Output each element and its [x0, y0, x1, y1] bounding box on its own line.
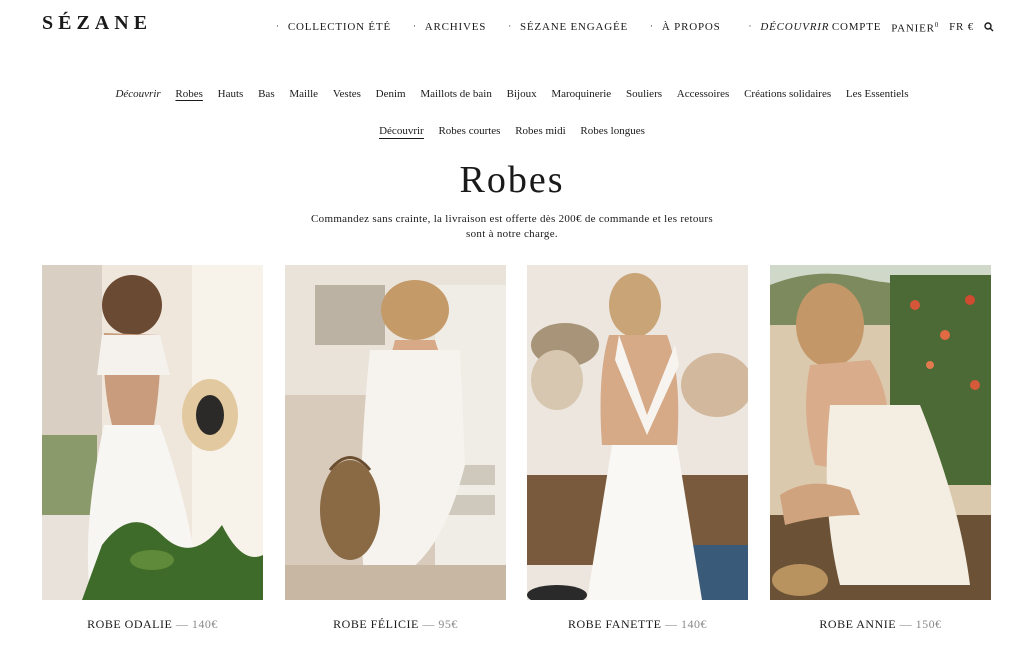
- category-bijoux[interactable]: Bijoux: [507, 88, 537, 100]
- product-caption[interactable]: ROBE ANNIE — 150€: [770, 617, 991, 632]
- category-maille[interactable]: Maille: [289, 88, 318, 100]
- category-bas[interactable]: Bas: [258, 88, 275, 100]
- nav-dot: ·: [508, 21, 512, 31]
- main-nav: · COLLECTION ÉTÉ · ARCHIVES · SÉZANE ENG…: [276, 21, 851, 33]
- category-les-essentiels[interactable]: Les Essentiels: [846, 88, 909, 100]
- product-grid: ROBE ODALIE — 140€ ROBE FÉLICIE — 95€ RO…: [42, 265, 992, 640]
- nav-a-propos[interactable]: À PROPOS: [662, 21, 721, 33]
- nav-dot: ·: [650, 21, 654, 31]
- nav-collection-ete[interactable]: COLLECTION ÉTÉ: [288, 21, 391, 33]
- search-icon[interactable]: [984, 22, 994, 32]
- product-name: ROBE FANETTE: [568, 617, 662, 631]
- category-maroquinerie[interactable]: Maroquinerie: [551, 88, 611, 100]
- subtitle-line-1: Commandez sans crainte, la livraison est…: [311, 213, 713, 225]
- category-accessoires[interactable]: Accessoires: [677, 88, 730, 100]
- category-vestes[interactable]: Vestes: [333, 88, 361, 100]
- product-name: ROBE FÉLICIE: [333, 617, 419, 631]
- subcategory-nav: Découvrir Robes courtes Robes midi Robes…: [0, 125, 1024, 139]
- subcategory-decouvrir[interactable]: Découvrir: [379, 125, 424, 139]
- utility-nav: COMPTE PANIER0 FR €: [822, 21, 994, 35]
- locale-selector[interactable]: FR €: [949, 21, 974, 35]
- category-maillots-de-bain[interactable]: Maillots de bain: [420, 88, 492, 100]
- category-decouvrir[interactable]: Découvrir: [115, 88, 160, 100]
- page-title: Robes: [459, 159, 565, 201]
- product-caption[interactable]: ROBE FÉLICIE — 95€: [285, 617, 506, 632]
- product-name: ROBE ANNIE: [819, 617, 897, 631]
- category-creations-solidaires[interactable]: Créations solidaires: [744, 88, 831, 100]
- subtitle-line-2: sont à notre charge.: [466, 228, 558, 240]
- subcategory-robes-courtes[interactable]: Robes courtes: [438, 125, 500, 137]
- product-caption[interactable]: ROBE ODALIE — 140€: [42, 617, 263, 632]
- product-image-odalie[interactable]: [42, 265, 263, 600]
- cart-count: 0: [934, 21, 940, 29]
- account-link[interactable]: COMPTE: [832, 21, 881, 35]
- nav-sezane-engagee[interactable]: SÉZANE ENGAGÉE: [520, 21, 628, 33]
- subcategory-robes-midi[interactable]: Robes midi: [515, 125, 565, 137]
- product-image-annie[interactable]: [770, 265, 991, 600]
- category-hauts[interactable]: Hauts: [218, 88, 244, 100]
- category-robes[interactable]: Robes: [175, 88, 203, 100]
- cart-link[interactable]: PANIER0: [891, 21, 939, 35]
- product-caption[interactable]: ROBE FANETTE — 140€: [527, 617, 748, 632]
- category-denim[interactable]: Denim: [376, 88, 406, 100]
- nav-decouvrir[interactable]: DÉCOUVRIR: [760, 21, 829, 33]
- nav-archives[interactable]: ARCHIVES: [425, 21, 486, 33]
- category-nav: Découvrir Robes Hauts Bas Maille Vestes …: [0, 88, 1024, 100]
- category-souliers[interactable]: Souliers: [626, 88, 662, 100]
- page-subtitle: Commandez sans crainte, la livraison est…: [0, 212, 1024, 242]
- product-price: — 95€: [422, 617, 458, 631]
- brand-logo[interactable]: SÉZANE: [42, 12, 152, 35]
- nav-dot: ·: [412, 21, 417, 31]
- product-image-fanette[interactable]: [527, 265, 748, 600]
- product-name: ROBE ODALIE: [87, 617, 173, 631]
- product-price: — 140€: [664, 617, 707, 631]
- top-header: SÉZANE · COLLECTION ÉTÉ · ARCHIVES · SÉZ…: [0, 0, 1024, 56]
- product-price: — 150€: [899, 617, 942, 631]
- nav-dot: ·: [748, 21, 753, 31]
- nav-dot: ·: [276, 21, 280, 31]
- cart-label: PANIER: [891, 22, 935, 35]
- subcategory-robes-longues[interactable]: Robes longues: [580, 125, 644, 137]
- product-price: — 140€: [175, 617, 218, 631]
- product-image-felicie[interactable]: [285, 265, 506, 600]
